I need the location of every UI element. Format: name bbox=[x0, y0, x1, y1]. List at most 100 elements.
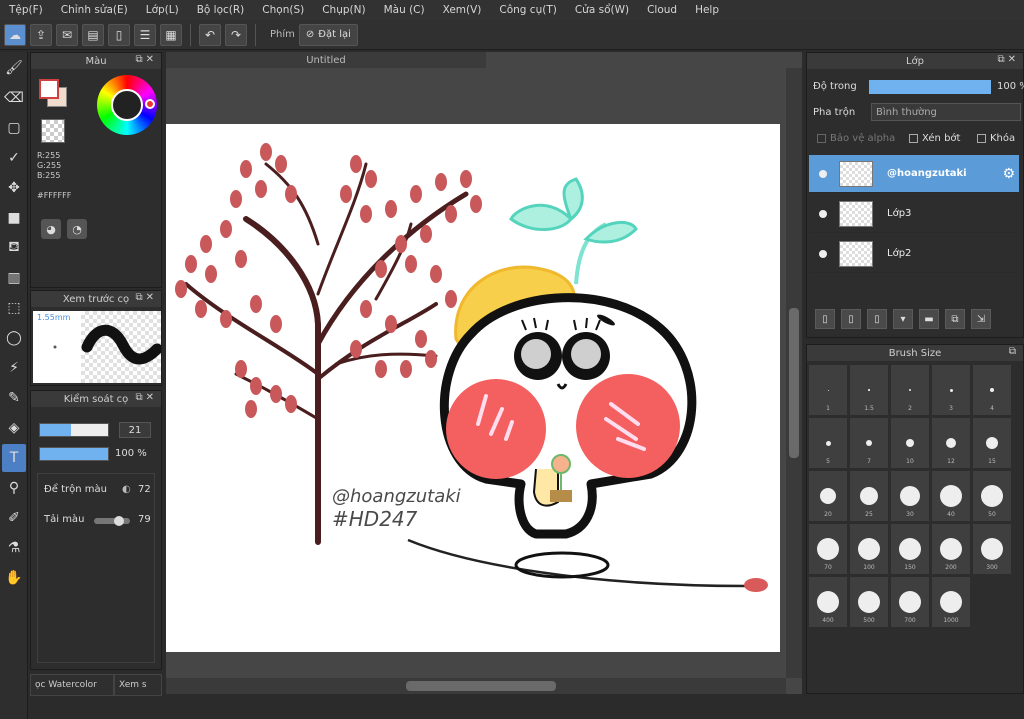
comment-icon[interactable]: ✉ bbox=[56, 23, 78, 46]
magic-wand-icon[interactable]: ⚡ bbox=[2, 354, 26, 382]
add-layer-menu-icon[interactable]: ▾ bbox=[893, 309, 913, 329]
reload-color-slider[interactable] bbox=[94, 516, 130, 526]
brush-size-cell[interactable]: 700 bbox=[891, 577, 929, 627]
menu-layer[interactable]: Lớp(L) bbox=[137, 4, 188, 16]
tab-watercolor[interactable]: ọc Watercolor bbox=[30, 674, 114, 696]
text-tool-icon[interactable]: T bbox=[2, 444, 26, 472]
move-tool-icon[interactable]: ✥ bbox=[2, 174, 26, 202]
brush-size-cell[interactable]: 3 bbox=[932, 365, 970, 415]
menu-edit[interactable]: Chỉnh sửa(E) bbox=[52, 4, 137, 16]
layer-opacity-slider[interactable] bbox=[869, 80, 991, 94]
color-wheel[interactable] bbox=[97, 75, 157, 135]
brush-size-cell[interactable]: 2 bbox=[891, 365, 929, 415]
brush-size-cell[interactable]: 300 bbox=[973, 524, 1011, 574]
menu-cloud[interactable]: Cloud bbox=[638, 4, 686, 16]
layer-row-lop3[interactable]: Lớp3 bbox=[809, 195, 1019, 233]
brush-size-cell[interactable]: 12 bbox=[932, 418, 970, 468]
panel-controls-icon[interactable]: ⧉✕ bbox=[135, 292, 157, 303]
reset-button[interactable]: ⊘ Đặt lại bbox=[298, 23, 358, 46]
tab-view[interactable]: Xem s bbox=[114, 674, 162, 696]
eyedropper-tool-icon[interactable]: ✐ bbox=[2, 504, 26, 532]
panel-controls-icon[interactable]: ⧉✕ bbox=[135, 392, 157, 403]
brush-size-cell[interactable]: 1000 bbox=[932, 577, 970, 627]
transparent-color-swatch[interactable] bbox=[41, 119, 65, 143]
visibility-icon[interactable] bbox=[819, 249, 827, 258]
pipette-tool-icon[interactable]: ⚗ bbox=[2, 534, 26, 562]
brush-size-cell[interactable]: 200 bbox=[932, 524, 970, 574]
brush-size-cell[interactable]: 30 bbox=[891, 471, 929, 521]
undo-icon[interactable]: ↶ bbox=[199, 23, 221, 46]
panel-icon[interactable]: ▤ bbox=[82, 23, 104, 46]
lock-checkbox[interactable]: Khóa bbox=[977, 133, 1015, 144]
reload-slider-knob[interactable] bbox=[114, 516, 124, 526]
menu-help[interactable]: Help bbox=[686, 4, 728, 16]
reload-color-value[interactable]: 79 bbox=[138, 514, 151, 525]
vertical-scrollbar[interactable] bbox=[786, 68, 802, 678]
cloud-icon[interactable]: ☁ bbox=[4, 23, 26, 46]
eraser-tool-icon[interactable]: ⌫ bbox=[2, 84, 26, 112]
protect-alpha-checkbox[interactable]: Bảo vệ alpha bbox=[817, 133, 895, 144]
blend-color-value[interactable]: 72 bbox=[138, 484, 151, 495]
brush-size-cell[interactable]: 7 bbox=[850, 418, 888, 468]
pen-select-icon[interactable]: ✎ bbox=[2, 384, 26, 412]
brush-tool-icon[interactable]: 🖌 bbox=[2, 54, 26, 82]
lasso-tool-icon[interactable]: ◯ bbox=[2, 324, 26, 352]
panel-controls-icon[interactable]: ⧉✕ bbox=[997, 54, 1019, 65]
bucket-tool-icon[interactable]: ⛾ bbox=[2, 234, 26, 262]
brush-size-cell[interactable]: 40 bbox=[932, 471, 970, 521]
brush-size-cell[interactable]: 100 bbox=[850, 524, 888, 574]
visibility-icon[interactable] bbox=[819, 169, 827, 178]
brush-size-cell[interactable]: 15 bbox=[973, 418, 1011, 468]
marquee-tool-icon[interactable]: ⬚ bbox=[2, 294, 26, 322]
foreground-color-swatch[interactable] bbox=[39, 79, 59, 99]
new-layer-8bit-icon[interactable]: ▯ bbox=[841, 309, 861, 329]
brush-size-cell[interactable]: 70 bbox=[809, 524, 847, 574]
merge-layer-icon[interactable]: ⇲ bbox=[971, 309, 991, 329]
layer-row-hoangzutaki[interactable]: @hoangzutaki ⚙ bbox=[809, 155, 1019, 193]
drawing-canvas[interactable]: @hoangzutaki #HD247 bbox=[166, 124, 780, 652]
panel-controls-icon[interactable]: ⧉✕ bbox=[135, 54, 157, 65]
folder-icon[interactable]: ▬ bbox=[919, 309, 939, 329]
brush-size-slider[interactable] bbox=[39, 423, 109, 437]
blend-mode-select[interactable]: Bình thường bbox=[871, 103, 1021, 121]
canvas-area[interactable]: Untitled @hoangzutaki #HD247 bbox=[166, 52, 802, 694]
check-tool-icon[interactable]: ✓ bbox=[2, 144, 26, 172]
brush-opacity-slider[interactable] bbox=[39, 447, 109, 461]
hue-marker[interactable] bbox=[145, 99, 155, 109]
color-set-icon[interactable]: ◔ bbox=[67, 219, 87, 239]
brush-size-cell[interactable]: 50 bbox=[973, 471, 1011, 521]
document-tab[interactable]: Untitled bbox=[166, 52, 486, 68]
horizontal-scroll-thumb[interactable] bbox=[406, 681, 556, 691]
menu-capture[interactable]: Chụp(N) bbox=[313, 4, 374, 16]
brush-size-value[interactable]: 21 bbox=[119, 422, 151, 438]
panel-controls-icon[interactable]: ⧉ bbox=[1009, 346, 1019, 357]
clip-checkbox[interactable]: Xén bớt bbox=[909, 133, 960, 144]
brush-size-cell[interactable]: 1.5 bbox=[850, 365, 888, 415]
redo-icon[interactable]: ↷ bbox=[225, 23, 247, 46]
page-icon[interactable]: ▯ bbox=[108, 23, 130, 46]
zoom-tool-icon[interactable]: ⚲ bbox=[2, 474, 26, 502]
menu-tools[interactable]: Công cụ(T) bbox=[490, 4, 565, 16]
brush-size-cell[interactable]: 1 bbox=[809, 365, 847, 415]
rectangle-select-icon[interactable]: ▢ bbox=[2, 114, 26, 142]
layer-row-lop2[interactable]: Lớp2 bbox=[809, 235, 1019, 273]
brush-size-cell[interactable]: 10 bbox=[891, 418, 929, 468]
brush-size-cell[interactable]: 500 bbox=[850, 577, 888, 627]
new-layer-1bit-icon[interactable]: ▯ bbox=[867, 309, 887, 329]
menu-view[interactable]: Xem(V) bbox=[434, 4, 491, 16]
brush-size-cell[interactable]: 20 bbox=[809, 471, 847, 521]
palette-icon[interactable]: ◕ bbox=[41, 219, 61, 239]
list-icon[interactable]: ☰ bbox=[134, 23, 156, 46]
gradient-tool-icon[interactable]: ▥ bbox=[2, 264, 26, 292]
menu-filter[interactable]: Bộ lọc(R) bbox=[188, 4, 254, 16]
vertical-scroll-thumb[interactable] bbox=[789, 308, 799, 458]
hand-tool-icon[interactable]: ✋ bbox=[2, 564, 26, 592]
brush-size-cell[interactable]: 5 bbox=[809, 418, 847, 468]
menu-file[interactable]: Tệp(F) bbox=[0, 4, 52, 16]
new-layer-icon[interactable]: ▯ bbox=[815, 309, 835, 329]
brush-size-cell[interactable]: 25 bbox=[850, 471, 888, 521]
fill-rect-tool-icon[interactable]: ■ bbox=[2, 204, 26, 232]
brush-size-cell[interactable]: 400 bbox=[809, 577, 847, 627]
gear-icon[interactable]: ⚙ bbox=[1002, 166, 1015, 182]
horizontal-scrollbar[interactable] bbox=[166, 678, 786, 694]
